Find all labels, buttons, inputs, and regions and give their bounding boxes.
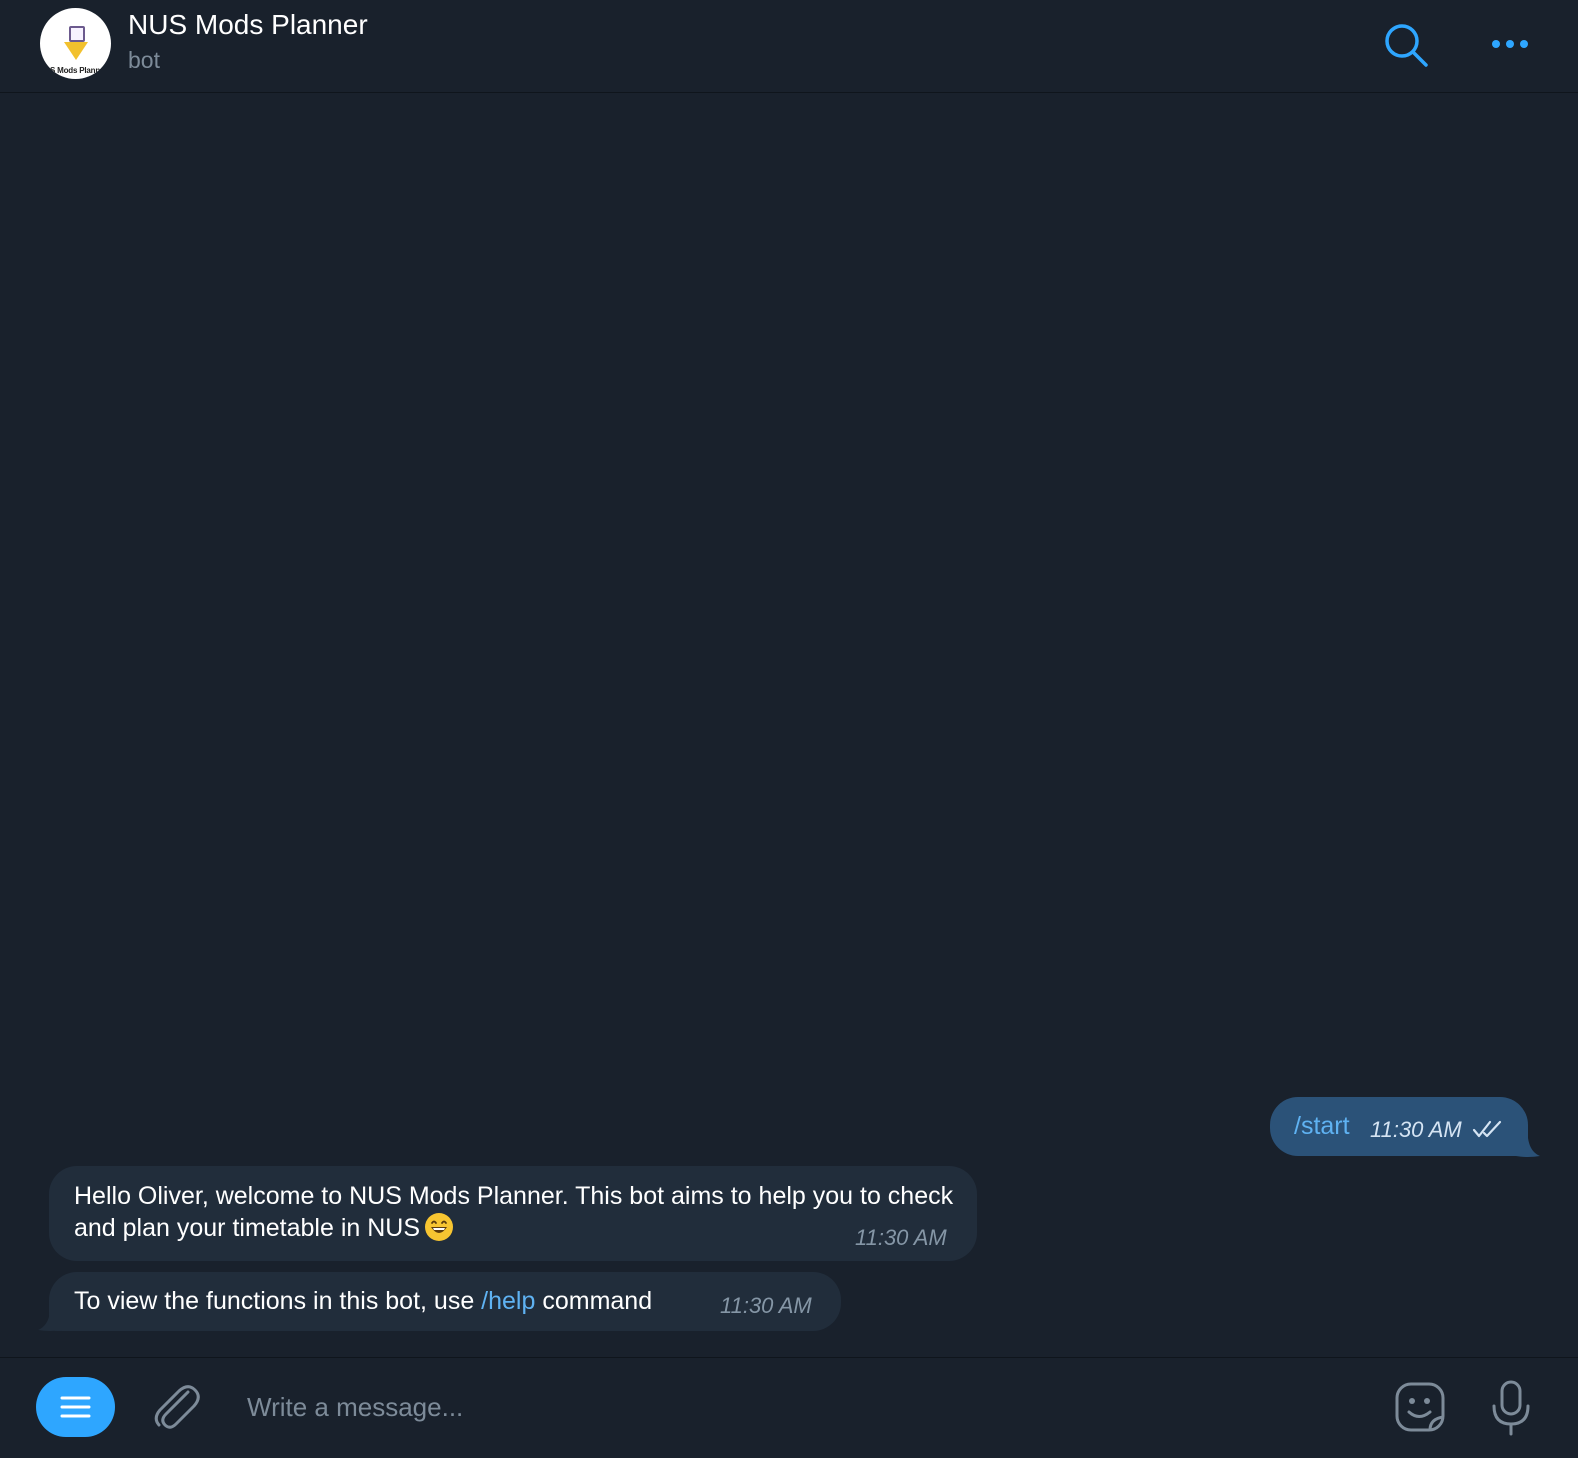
menu-icon [60,1396,91,1418]
avatar-logo-text: S Mods Plann [50,66,101,75]
message-text: To view the functions in this bot, use /… [74,1285,652,1317]
incoming-message[interactable]: Hello Oliver, welcome to NUS Mods Planne… [49,1166,977,1261]
chat-title[interactable]: NUS Mods Planner [128,9,368,41]
message-text-after: command [535,1287,653,1315]
message-text: Hello Oliver, welcome to NUS Mods Planne… [74,1180,954,1244]
avatar[interactable]: S Mods Plann [40,8,111,79]
message-text-before: To view the functions in this bot, use [74,1287,482,1315]
bot-menu-button[interactable] [36,1377,115,1437]
message-time: 11:30 AM [1370,1117,1462,1142]
logo-roof-shape [64,42,88,60]
bubble-tail [1516,1138,1540,1157]
bubble-tail [38,1312,62,1331]
help-command-link[interactable]: /help [481,1287,535,1315]
grinning-face-icon [425,1213,454,1241]
paperclip-icon[interactable] [150,1378,200,1434]
chat-header: S Mods Plann NUS Mods Planner bot [0,0,1578,93]
message-time: 11:30 AM [720,1293,812,1318]
logo-box-shape [69,26,85,42]
sticker-icon[interactable] [1392,1379,1448,1435]
message-composer [0,1357,1578,1458]
incoming-message[interactable]: To view the functions in this bot, use /… [49,1272,841,1331]
message-input[interactable] [232,1380,1352,1434]
chat-subtitle: bot [128,47,160,73]
more-icon[interactable] [1488,30,1532,58]
outgoing-message[interactable]: /start 11:30 AM [1270,1097,1528,1156]
microphone-icon[interactable] [1490,1378,1532,1438]
chat-window: S Mods Plann NUS Mods Planner bot /start… [0,0,1578,1458]
message-text[interactable]: /start [1294,1110,1350,1142]
message-time: 11:30 AM [855,1225,947,1250]
search-icon[interactable] [1382,21,1430,69]
message-body: Hello Oliver, welcome to NUS Mods Planne… [74,1182,954,1242]
double-check-icon [1472,1120,1502,1138]
